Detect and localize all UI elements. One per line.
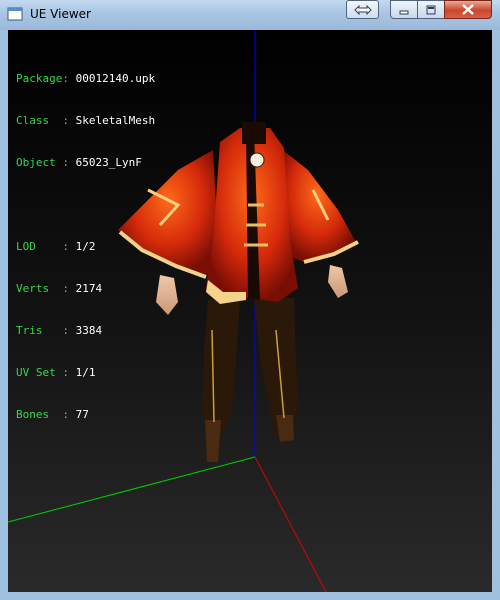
character-torso [206, 122, 298, 304]
window-title: UE Viewer [30, 7, 91, 21]
character-legs [202, 298, 298, 462]
info-row-class: Class : SkeletalMesh [16, 114, 156, 127]
info-row-lod: LOD : 1/2 [16, 240, 96, 253]
app-icon [7, 7, 23, 21]
info-row-verts: Verts : 2174 [16, 282, 103, 295]
axis-y-line [8, 456, 256, 523]
swap-button[interactable] [346, 0, 379, 19]
info-row-bones: Bones : 77 [16, 408, 89, 421]
minimize-button[interactable] [390, 0, 418, 19]
maximize-button[interactable] [417, 0, 445, 19]
right-sleeve [280, 148, 359, 264]
info-row-uvset: UV Set : 1/1 [16, 366, 96, 379]
axis-x-line [254, 456, 327, 592]
mesh-info-panel: Package: 00012140.upk Class : SkeletalMe… [16, 44, 155, 450]
info-row-package: Package: 00012140.upk [16, 72, 156, 85]
close-button[interactable] [444, 0, 492, 19]
minimize-icon [399, 10, 409, 14]
left-hand [156, 275, 178, 315]
right-hand [328, 265, 348, 298]
title-bar[interactable]: UE Viewer [0, 0, 500, 30]
3d-viewport[interactable]: Package: 00012140.upk Class : SkeletalMe… [8, 30, 492, 592]
info-row-object: Object : 65023_LynF [16, 156, 142, 169]
maximize-icon [426, 5, 436, 14]
double-arrow-icon [353, 4, 372, 15]
close-icon [462, 4, 474, 15]
info-row-tris: Tris : 3384 [16, 324, 103, 337]
viewer-window: UE Viewer Package: 00012140.upk Class: … [0, 0, 500, 600]
